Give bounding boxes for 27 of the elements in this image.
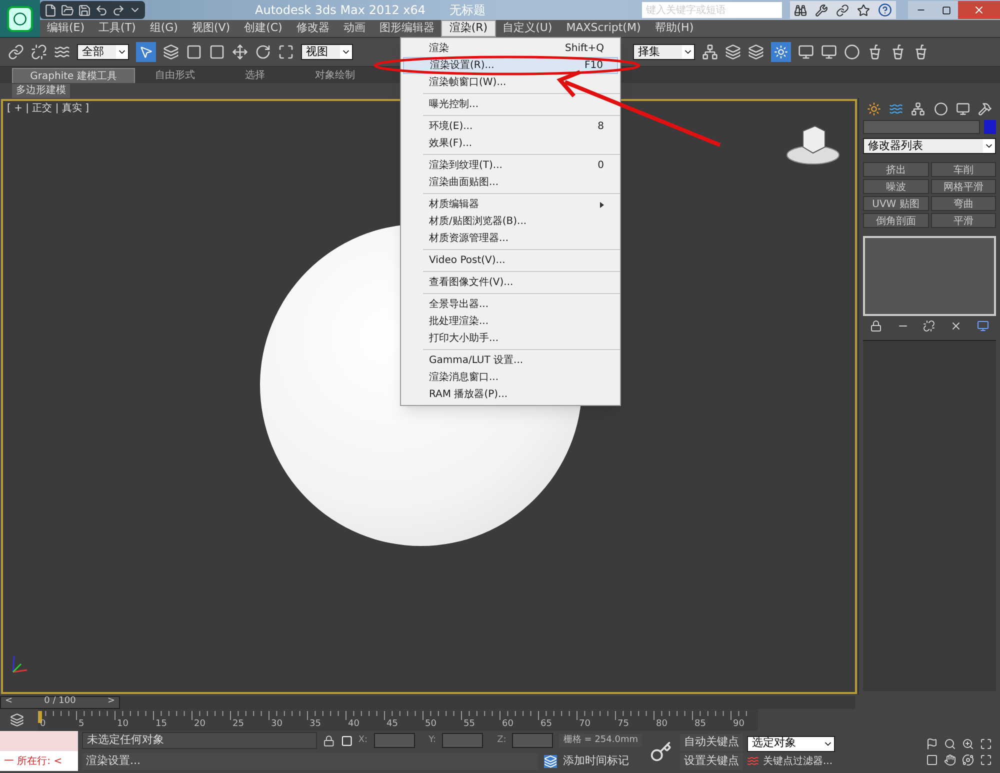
tick-label: 10: [117, 718, 128, 730]
tick-label: 40: [348, 718, 360, 730]
selection-status: 未选定任何对象: [82, 732, 317, 749]
tick-label: 35: [310, 718, 321, 730]
grid-size: 栅格 = 254.0mm: [559, 734, 642, 748]
y-label: Y:: [428, 734, 436, 747]
tick-label: 45: [386, 718, 398, 730]
tick-label: 65: [540, 718, 552, 730]
tick-label: 80: [656, 718, 668, 730]
tick-label: 70: [579, 718, 590, 730]
tick-label: 50: [425, 718, 436, 730]
tick-label: 60: [502, 718, 514, 730]
z-label: Z:: [497, 734, 506, 747]
tick-label: 20: [194, 718, 206, 730]
tick-label: 5: [78, 718, 84, 730]
tick-label: 25: [232, 718, 244, 730]
tick-label: 85: [694, 718, 706, 730]
frame-counter: 0 / 100: [44, 695, 76, 708]
tick-label: 15: [156, 718, 167, 730]
document-title: 无标题: [450, 2, 486, 19]
tick-label: 30: [271, 718, 282, 730]
tick-label: 75: [618, 718, 629, 730]
tick-label: 0: [40, 718, 46, 730]
x-label: X:: [358, 734, 368, 747]
window-title: Autodesk 3ds Max 2012 x64: [255, 2, 426, 19]
tick-label: 55: [464, 718, 475, 730]
tick-label: 90: [733, 718, 744, 730]
